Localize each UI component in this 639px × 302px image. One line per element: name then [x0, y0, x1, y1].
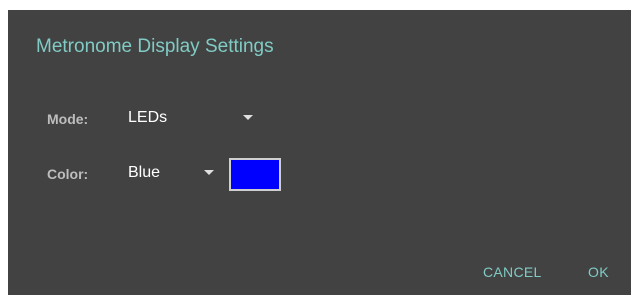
ok-button[interactable]: OK	[588, 264, 609, 280]
dropdown-arrow-icon	[243, 115, 253, 120]
color-dropdown-value: Blue	[128, 164, 161, 181]
mode-dropdown[interactable]: LEDs	[128, 103, 253, 133]
mode-dropdown-value: LEDs	[128, 109, 168, 126]
dropdown-arrow-icon	[204, 170, 214, 175]
color-dropdown[interactable]: Blue	[128, 158, 228, 188]
metronome-display-settings-dialog: Metronome Display Settings Mode: LEDs Co…	[8, 10, 631, 295]
color-label: Color:	[47, 166, 89, 182]
dialog-title: Metronome Display Settings	[36, 36, 274, 57]
mode-label: Mode:	[47, 111, 89, 127]
cancel-button[interactable]: CANCEL	[483, 264, 542, 280]
color-swatch[interactable]	[229, 158, 281, 191]
